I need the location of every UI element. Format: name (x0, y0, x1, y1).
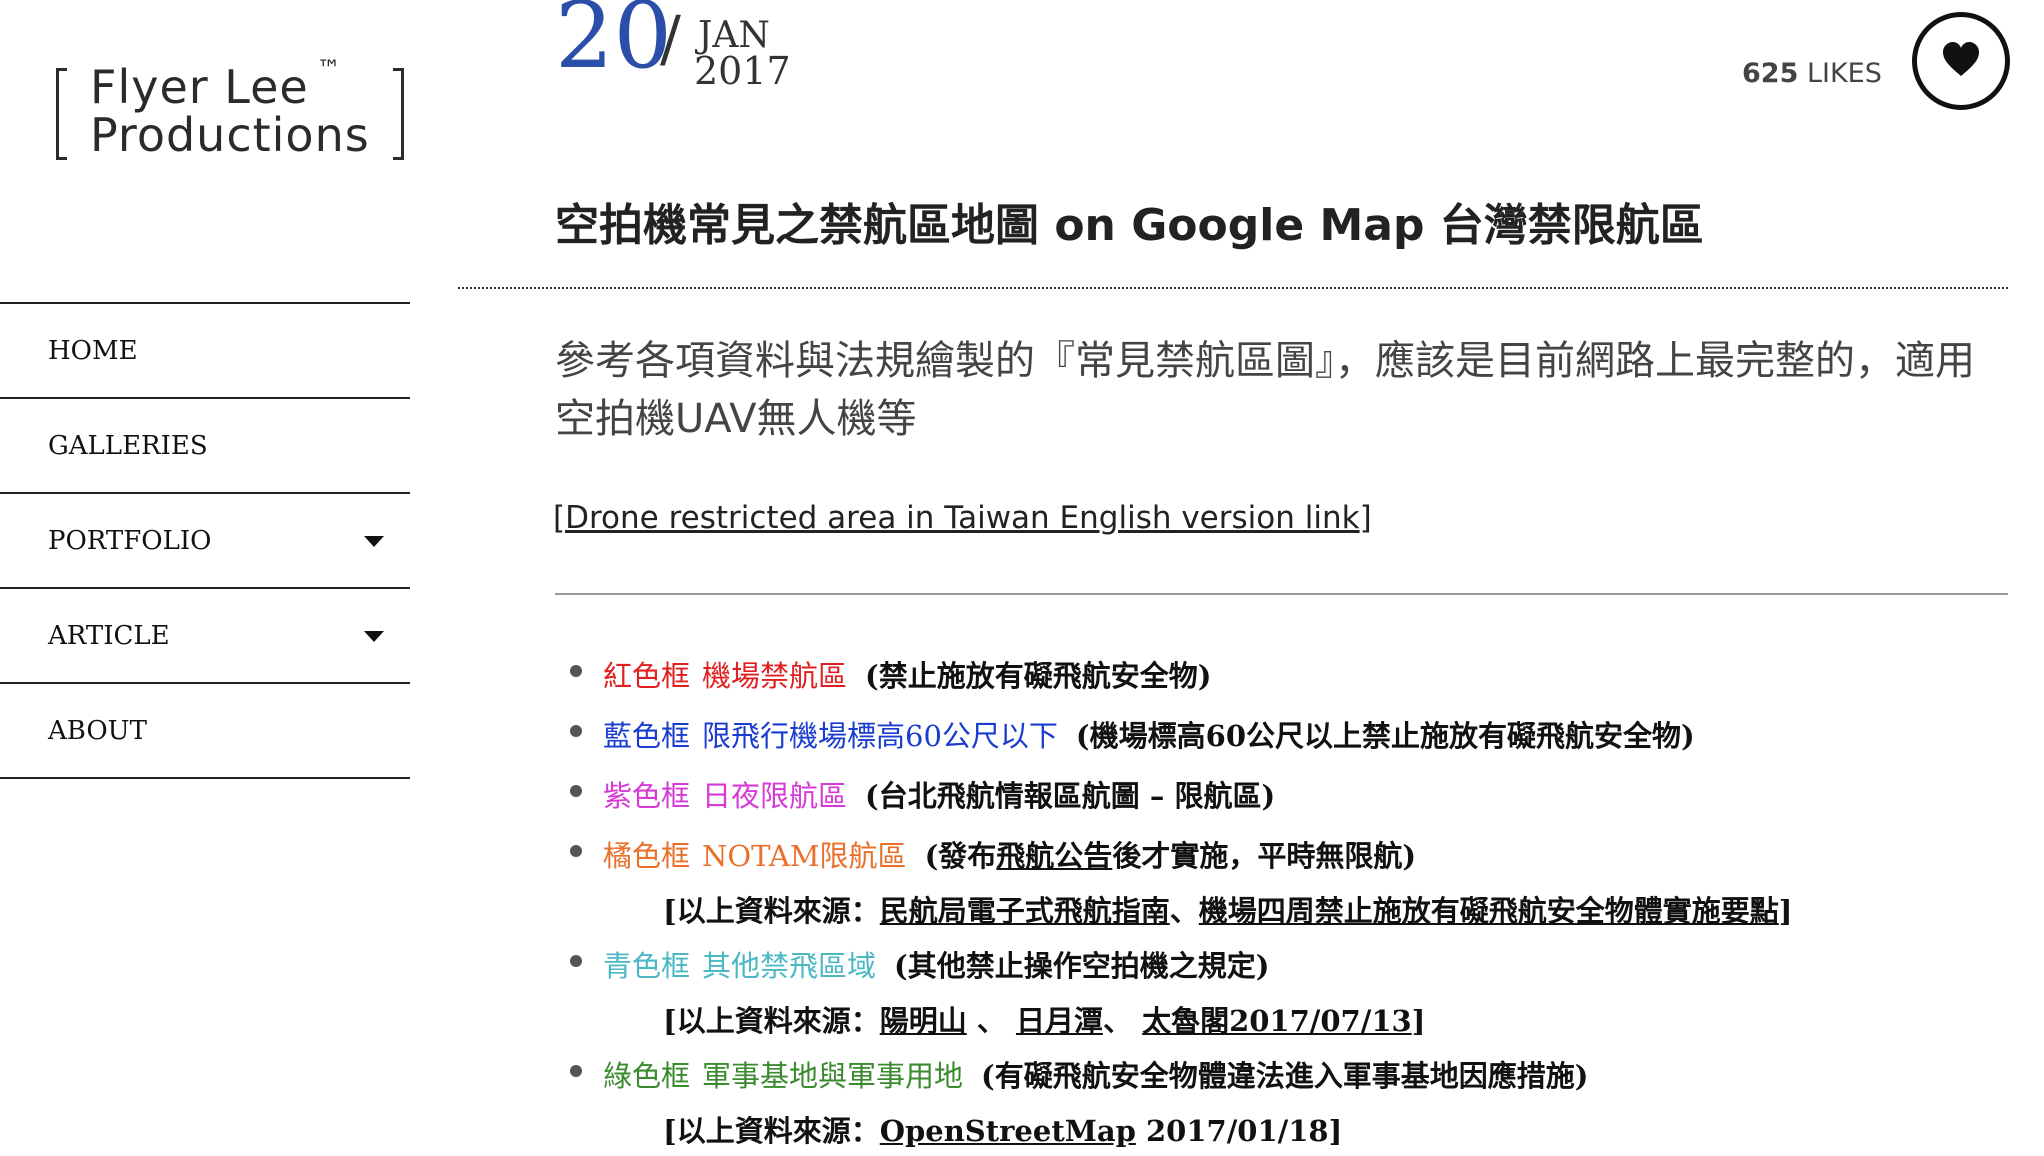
bullet (570, 955, 582, 967)
source-line-2: [以上資料來源：陽明山 、 日月潭、 太魯閣2017/07/13] (663, 1004, 1426, 1038)
logo-line2: Productions (90, 108, 370, 162)
title-divider (458, 287, 2008, 289)
post-date-day: 20 (555, 0, 673, 89)
nav-item-home[interactable]: HOME (0, 304, 410, 399)
logo-right-bracket (393, 68, 404, 160)
section-divider (555, 593, 2008, 595)
source-link-taroko[interactable]: 太魯閣2017/07/13 (1142, 1004, 1412, 1038)
source-link-airport-rules[interactable]: 機場四周禁止施放有礙飛航安全物體實施要點 (1199, 894, 1779, 928)
heart-icon (1943, 42, 1979, 76)
nav-item-about[interactable]: ABOUT (0, 684, 410, 779)
nav-item-portfolio[interactable]: PORTFOLIO (0, 494, 410, 589)
bullet (570, 1065, 582, 1077)
site-logo[interactable]: Flyer Lee ™ Productions (56, 54, 404, 162)
main-nav: HOME GALLERIES PORTFOLIO ARTICLE ABOUT (0, 302, 410, 779)
nav-item-article[interactable]: ARTICLE (0, 589, 410, 684)
source-link-aip[interactable]: 民航局電子式飛航指南 (880, 894, 1170, 928)
source-line-1: [以上資料來源：民航局電子式飛航指南、機場四周禁止施放有礙飛航安全物體實施要點] (663, 894, 1793, 928)
chevron-down-icon[interactable] (364, 631, 384, 642)
logo-left-bracket (56, 68, 67, 160)
post-date-slash: / (660, 2, 681, 75)
english-version-link: [Drone restricted area in Taiwan English… (553, 500, 1372, 536)
source-link-openstreetmap[interactable]: OpenStreetMap (880, 1114, 1136, 1148)
bullet (570, 725, 582, 737)
source-line-3: [以上資料來源：OpenStreetMap 2017/01/18] (663, 1114, 1343, 1148)
post-date-year: 2017 (694, 49, 791, 93)
chevron-down-icon[interactable] (364, 536, 384, 547)
likes-count: 625 LIKES (1742, 58, 1882, 89)
legend-item-purple: 紫色框 日夜限航區 (台北飛航情報區航圖 – 限航區) (555, 766, 2015, 826)
notam-link[interactable]: 飛航公告 (996, 839, 1112, 873)
nav-item-galleries[interactable]: GALLERIES (0, 399, 410, 494)
post-title: 空拍機常見之禁航區地圖 on Google Map 台灣禁限航區 (555, 200, 1704, 252)
legend-item-green: 綠色框 軍事基地與軍事用地 (有礙飛航安全物體違法進入軍事基地因應措施) (555, 1046, 2015, 1106)
legend-item-blue: 藍色框 限飛行機場標高60公尺以下 (機場標高60公尺以上禁止施放有礙飛航安全物) (555, 706, 2015, 766)
source-link-yangmingshan[interactable]: 陽明山 (880, 1004, 967, 1038)
logo-line1: Flyer Lee ™ (90, 54, 342, 114)
english-version-anchor[interactable]: Drone restricted area in Taiwan English … (565, 500, 1359, 536)
legend-item-cyan: 青色框 其他禁飛區域 (其他禁止操作空拍機之規定) (555, 936, 2015, 996)
post-intro: 參考各項資料與法規繪製的『常見禁航區圖』，應該是目前網路上最完整的，適用空拍機U… (555, 338, 1975, 442)
bullet (570, 665, 582, 677)
legend-item-orange: 橘色框 NOTAM限航區 (發布飛航公告後才實施，平時無限航) (555, 826, 2015, 886)
bullet (570, 785, 582, 797)
legend-item-red: 紅色框 機場禁航區 (禁止施放有礙飛航安全物) (555, 646, 2015, 706)
legend-list: 紅色框 機場禁航區 (禁止施放有礙飛航安全物) 藍色框 限飛行機場標高60公尺以下 (機… (555, 646, 2015, 1156)
bullet (570, 845, 582, 857)
source-link-sun-moon-lake[interactable]: 日月潭 (1016, 1004, 1103, 1038)
like-button[interactable] (1912, 12, 2010, 110)
